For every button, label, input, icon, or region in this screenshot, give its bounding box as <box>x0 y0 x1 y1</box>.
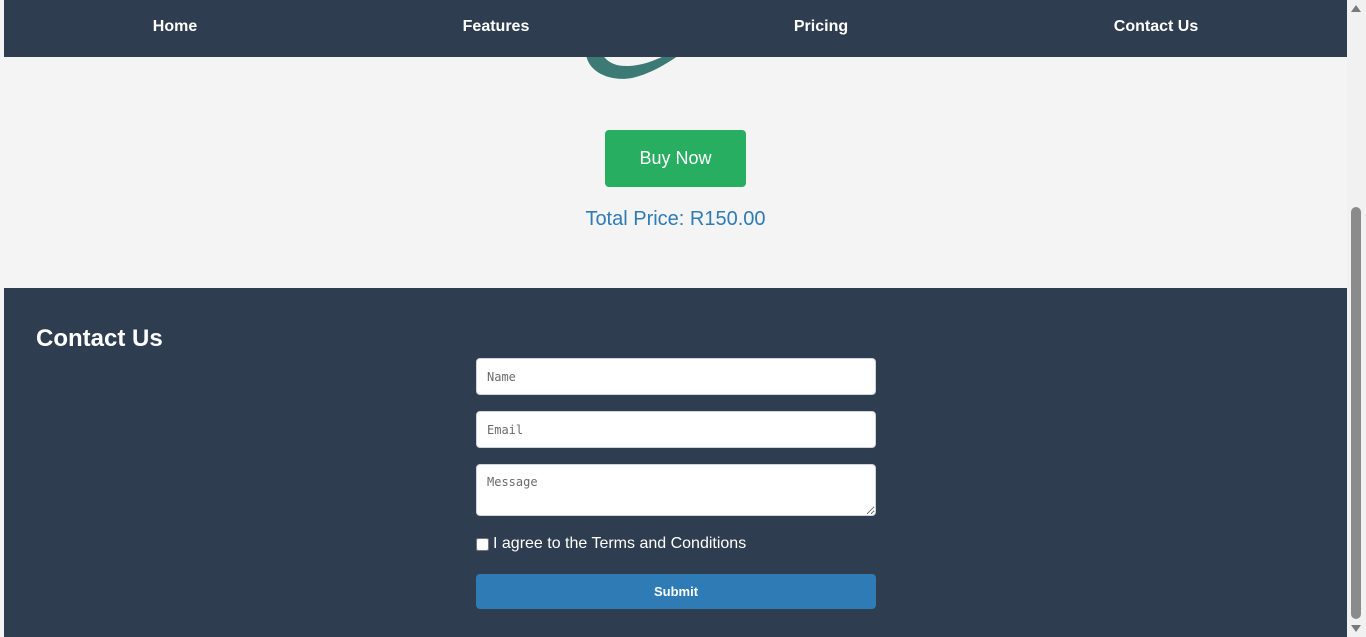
nav-features-link[interactable]: Features <box>463 18 530 36</box>
contact-title: Contact Us <box>36 325 163 352</box>
top-navigation: Home Features Pricing Contact Us <box>4 0 1347 57</box>
scrollbar-thumb[interactable] <box>1351 207 1361 619</box>
scroll-down-arrow-icon[interactable] <box>1351 625 1361 632</box>
page: Home Features Pricing Contact Us Buy Now… <box>4 0 1347 637</box>
contact-section: Contact Us I agree to the Terms and Cond… <box>4 288 1347 637</box>
message-textarea[interactable] <box>476 464 876 516</box>
total-price: Total Price: R150.00 <box>4 208 1347 231</box>
terms-label: I agree to the Terms and Conditions <box>493 535 747 552</box>
buy-now-button[interactable]: Buy Now <box>605 130 746 187</box>
email-input[interactable] <box>476 411 876 448</box>
terms-agreement: I agree to the Terms and Conditions <box>476 535 746 553</box>
submit-button[interactable]: Submit <box>476 574 876 609</box>
nav-pricing-link[interactable]: Pricing <box>794 18 848 36</box>
nav-contact-link[interactable]: Contact Us <box>1114 18 1198 36</box>
vertical-scrollbar[interactable] <box>1347 0 1366 637</box>
terms-checkbox[interactable] <box>476 537 489 551</box>
name-input[interactable] <box>476 358 876 395</box>
scroll-up-arrow-icon[interactable] <box>1351 5 1361 12</box>
nav-home-link[interactable]: Home <box>153 18 197 36</box>
total-price-label: Total Price: R150.00 <box>585 208 766 230</box>
